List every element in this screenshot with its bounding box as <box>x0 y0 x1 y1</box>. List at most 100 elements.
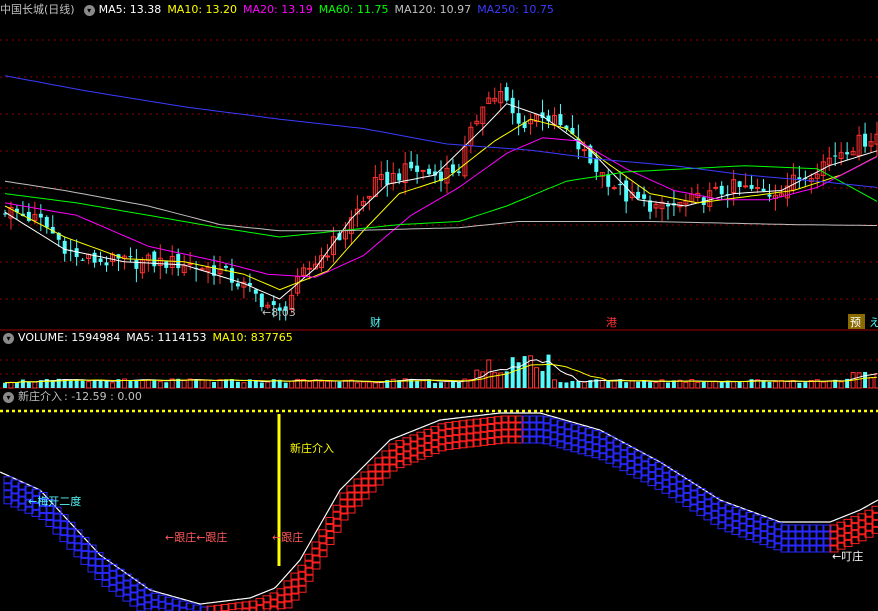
candle-body <box>755 187 761 190</box>
volume-bar <box>307 380 313 389</box>
ma5-value: MA5: 13.38 <box>98 3 162 16</box>
volume-bar <box>856 372 862 389</box>
volume-bar <box>772 381 778 389</box>
candle-body <box>128 256 133 258</box>
volume-bar <box>415 380 420 388</box>
volume-bar <box>826 380 832 389</box>
volume-bar <box>863 371 868 388</box>
volume-bar <box>325 380 331 389</box>
volume-bar <box>194 380 199 388</box>
event-marker-yu: 预 <box>850 316 861 329</box>
candle-body <box>62 240 67 254</box>
candle-body <box>611 187 617 190</box>
volume-bar <box>145 379 151 389</box>
follow-banker-label: ←跟庄←跟庄 <box>165 530 227 544</box>
candle-body <box>385 171 390 185</box>
volume-panel-header: ▾ VOLUME: 1594984 MA5: 1114153 MA10: 837… <box>0 329 299 347</box>
volume-bar <box>420 379 426 389</box>
volume-bar <box>68 380 73 388</box>
volume-bar <box>540 370 545 388</box>
candle-body <box>558 114 563 126</box>
candle-body <box>427 168 432 175</box>
candle-body <box>80 259 85 261</box>
volume-bar <box>767 381 772 388</box>
candle-body <box>648 200 653 212</box>
candle-body <box>164 261 169 268</box>
indicator-panel-header: ▾ 新庄介入 : -12.59 : 0.00 <box>0 388 148 406</box>
volume-bar <box>456 382 461 388</box>
candle-body <box>420 169 426 172</box>
volume-bar <box>546 354 551 388</box>
volume-bar <box>820 381 826 389</box>
event-marker-cai: 财 <box>370 315 381 329</box>
volume-bar <box>354 382 360 389</box>
candle-body <box>325 255 331 258</box>
candle-body <box>743 185 749 188</box>
volume-bar <box>212 381 217 388</box>
candle-body <box>767 194 772 197</box>
candle-body <box>594 159 599 172</box>
volume-bar <box>181 379 187 389</box>
volume-bar <box>784 380 790 389</box>
volume-ma5-value: MA5: 1114153 <box>126 331 207 344</box>
volume-bar <box>707 381 713 389</box>
candle-body <box>409 161 414 169</box>
candle-body <box>44 216 49 228</box>
candle-body <box>761 188 766 192</box>
plum-blossom-label: ←梅开二度 <box>28 494 81 508</box>
candle-body <box>833 155 838 157</box>
volume-bar <box>606 380 611 388</box>
volume-bar <box>648 382 653 388</box>
candle-body <box>98 258 103 262</box>
indicator-name[interactable]: 新庄介入 <box>18 388 62 406</box>
volume-bar <box>611 380 617 389</box>
chevron-down-icon[interactable]: ▾ <box>3 332 14 344</box>
volume-bar <box>164 382 169 388</box>
volume-bar <box>636 381 641 388</box>
stock-chart[interactable]: ←8.03 财 港 预 え ←梅开二度 ←跟庄←跟庄 ←跟庄 新庄介入 ←叮庄 <box>0 0 878 611</box>
volume-bar <box>360 381 366 389</box>
stock-name[interactable]: 中国长城(日线) <box>0 1 75 19</box>
volume-bar <box>20 379 25 388</box>
ma250-value: MA250: 10.75 <box>477 3 554 16</box>
chevron-down-icon[interactable]: ▾ <box>3 391 14 403</box>
volume-bar <box>761 381 766 388</box>
candle-body <box>223 266 228 268</box>
volume-bar <box>319 380 325 389</box>
volume-bar <box>803 382 808 388</box>
indicator-panel <box>0 412 878 611</box>
volume-bar <box>128 380 133 388</box>
volume-bar <box>551 379 557 389</box>
candle-body <box>271 301 276 306</box>
event-marker-edge: え <box>869 316 878 329</box>
low-price-label: ←8.03 <box>262 306 296 319</box>
volume-bar <box>241 382 247 389</box>
ma60-value: MA60: 11.75 <box>318 3 389 16</box>
volume-bar <box>868 376 874 389</box>
volume-bar <box>778 380 784 389</box>
volume-bar <box>653 382 659 389</box>
candle-body <box>307 267 313 270</box>
candle-body <box>253 289 258 294</box>
candle-body <box>3 213 7 215</box>
volume-bar <box>265 381 271 389</box>
volume-bar <box>701 381 706 388</box>
volume-bar <box>433 382 438 388</box>
volume-bar <box>289 380 295 389</box>
volume-bar <box>283 382 288 388</box>
volume-bar <box>139 379 145 389</box>
volume-bar <box>366 381 372 389</box>
volume-bar <box>624 382 629 388</box>
volume-bar <box>439 382 443 388</box>
volume-ma5-line <box>4 359 878 384</box>
volume-bar <box>157 381 163 389</box>
volume-bar <box>372 382 378 389</box>
candle-body <box>719 185 724 195</box>
chevron-down-icon[interactable]: ▾ <box>83 4 95 16</box>
volume-bar <box>199 379 205 389</box>
candle-body <box>450 164 455 173</box>
volume-bar <box>695 381 701 389</box>
candlestick-series <box>3 82 878 321</box>
candle-body <box>581 149 587 152</box>
candle-body <box>92 252 97 263</box>
